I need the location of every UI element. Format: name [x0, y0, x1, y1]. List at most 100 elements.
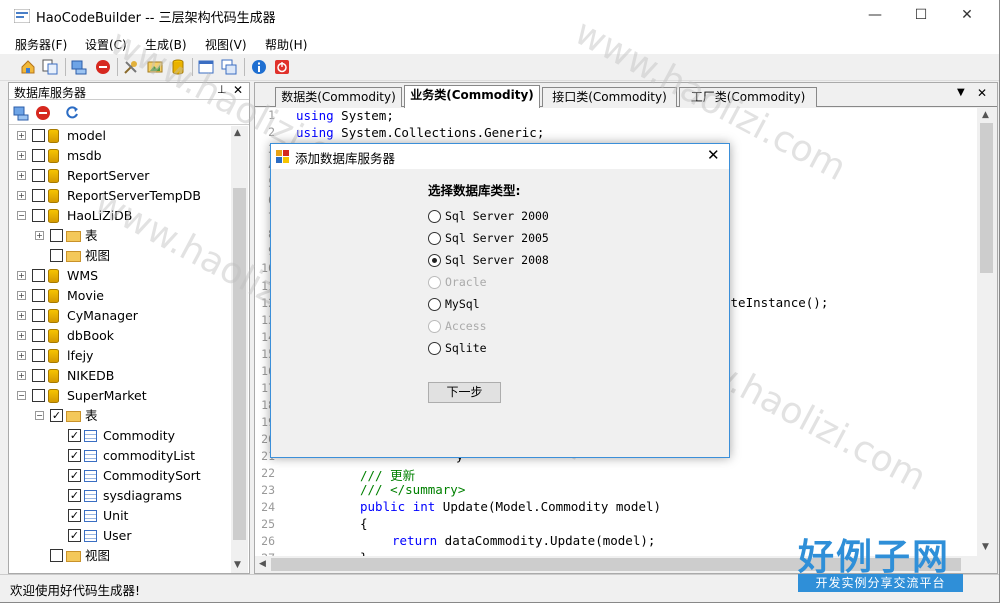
tab-data-class[interactable]: 数据类(Commodity) — [275, 87, 402, 107]
tree-node[interactable]: + lfejy — [9, 346, 231, 366]
tree-checkbox[interactable] — [32, 349, 45, 362]
tree-checkbox[interactable]: ✓ — [68, 449, 81, 462]
tree-checkbox[interactable] — [32, 129, 45, 142]
server-add-icon[interactable] — [13, 105, 29, 121]
tree-node[interactable]: 视图 — [9, 246, 231, 266]
tree-node[interactable]: + model — [9, 126, 231, 146]
tab-dropdown-icon[interactable]: ▼ — [957, 87, 965, 98]
radio-circle[interactable] — [428, 298, 441, 311]
expand-icon[interactable]: + — [17, 131, 26, 140]
expand-icon[interactable]: + — [17, 351, 26, 360]
delete-icon[interactable] — [35, 105, 51, 121]
tree-node[interactable]: − ✓ 表 — [9, 406, 231, 426]
scroll-down-icon[interactable]: ▼ — [982, 542, 989, 552]
tab-business-class[interactable]: 业务类(Commodity) — [404, 85, 540, 108]
tree-node[interactable]: + msdb — [9, 146, 231, 166]
collapse-icon[interactable]: − — [17, 211, 26, 220]
menu-generate[interactable]: 生成(B) — [145, 36, 187, 53]
tree-node[interactable]: ✓ User — [9, 526, 231, 546]
dialog-close-icon[interactable]: ✕ — [707, 146, 720, 164]
tree-node[interactable]: ✓ Commodity — [9, 426, 231, 446]
expand-icon[interactable]: + — [17, 331, 26, 340]
tree-checkbox[interactable] — [32, 289, 45, 302]
tab-factory-class[interactable]: 工厂类(Commodity) — [679, 87, 817, 107]
tree-scrollbar[interactable]: ▲ ▼ — [231, 126, 248, 573]
copy-icon[interactable] — [42, 59, 58, 75]
expand-icon[interactable]: + — [17, 171, 26, 180]
tree-checkbox[interactable] — [32, 389, 45, 402]
radio-circle[interactable] — [428, 254, 441, 267]
tree-node[interactable]: ✓ CommoditySort — [9, 466, 231, 486]
database-icon[interactable] — [170, 59, 186, 75]
tree-node[interactable]: 视图 — [9, 546, 231, 566]
menu-view[interactable]: 视图(V) — [205, 36, 247, 53]
expand-icon[interactable]: + — [17, 271, 26, 280]
tree-node[interactable]: − HaoLiZiDB — [9, 206, 231, 226]
tab-interface-class[interactable]: 接口类(Commodity) — [542, 87, 677, 107]
home-icon[interactable] — [20, 59, 36, 75]
tree-checkbox[interactable]: ✓ — [68, 529, 81, 542]
expand-icon[interactable]: + — [17, 191, 26, 200]
tree-scroll-thumb[interactable] — [233, 188, 246, 540]
exit-icon[interactable] — [274, 59, 290, 75]
tools-icon[interactable] — [123, 59, 139, 75]
close-button[interactable]: ✕ — [944, 0, 990, 32]
tree-checkbox[interactable]: ✓ — [50, 409, 63, 422]
expand-icon[interactable]: + — [17, 291, 26, 300]
tree-checkbox[interactable] — [32, 329, 45, 342]
tree-checkbox[interactable]: ✓ — [68, 489, 81, 502]
tree-checkbox[interactable]: ✓ — [68, 429, 81, 442]
tree-node[interactable]: + ReportServer — [9, 166, 231, 186]
tree-node[interactable]: − SuperMarket — [9, 386, 231, 406]
radio-circle[interactable] — [428, 342, 441, 355]
tree-checkbox[interactable] — [32, 209, 45, 222]
collapse-icon[interactable]: − — [17, 391, 26, 400]
maximize-button[interactable]: ☐ — [898, 0, 944, 32]
tree-node[interactable]: ✓ sysdiagrams — [9, 486, 231, 506]
tree-node[interactable]: ✓ commodityList — [9, 446, 231, 466]
tree-node[interactable]: + NIKEDB — [9, 366, 231, 386]
tree-checkbox[interactable] — [32, 269, 45, 282]
panel-close-icon[interactable]: ✕ — [233, 83, 243, 97]
tree-node[interactable]: ✓ Unit — [9, 506, 231, 526]
tree-node[interactable]: + CyManager — [9, 306, 231, 326]
minimize-button[interactable]: — — [852, 0, 898, 32]
tree-checkbox[interactable] — [50, 249, 63, 262]
radio-circle[interactable] — [428, 232, 441, 245]
editor-vscroll-thumb[interactable] — [980, 123, 993, 273]
image-icon[interactable] — [147, 59, 163, 75]
tree-node[interactable]: + 表 — [9, 226, 231, 246]
scroll-down-icon[interactable]: ▼ — [234, 560, 241, 570]
tree-checkbox[interactable]: ✓ — [68, 509, 81, 522]
dialog-title-bar[interactable]: 添加数据库服务器 ✕ — [271, 144, 729, 169]
tab-close-icon[interactable]: ✕ — [977, 86, 987, 100]
menu-server[interactable]: 服务器(F) — [15, 36, 67, 53]
tree-checkbox[interactable] — [50, 229, 63, 242]
menu-settings[interactable]: 设置(C) — [85, 36, 127, 53]
tree-node[interactable]: + Movie — [9, 286, 231, 306]
tree-node[interactable]: + dbBook — [9, 326, 231, 346]
expand-icon[interactable]: + — [17, 311, 26, 320]
tree-checkbox[interactable] — [32, 189, 45, 202]
tree-checkbox[interactable] — [32, 309, 45, 322]
tree-checkbox[interactable] — [32, 369, 45, 382]
refresh-icon[interactable] — [64, 105, 80, 121]
expand-icon[interactable]: + — [35, 231, 44, 240]
tree-checkbox[interactable] — [32, 169, 45, 182]
expand-icon[interactable]: + — [17, 151, 26, 160]
tree-checkbox[interactable] — [50, 549, 63, 562]
tree-node[interactable]: + ReportServerTempDB — [9, 186, 231, 206]
stop-icon[interactable] — [95, 59, 111, 75]
tree-node[interactable]: + WMS — [9, 266, 231, 286]
scroll-up-icon[interactable]: ▲ — [234, 128, 241, 138]
editor-vscrollbar[interactable]: ▲ ▼ — [977, 108, 996, 556]
pin-icon[interactable]: ⊥ — [217, 83, 227, 96]
scroll-up-icon[interactable]: ▲ — [982, 110, 989, 120]
window-icon[interactable] — [198, 59, 214, 75]
tree-checkbox[interactable] — [32, 149, 45, 162]
title-bar[interactable]: HaoCodeBuilder -- 三层架构代码生成器 — ☐ ✕ — [0, 0, 999, 32]
expand-icon[interactable]: + — [17, 371, 26, 380]
menu-help[interactable]: 帮助(H) — [265, 36, 307, 53]
server-add-icon[interactable] — [71, 59, 87, 75]
next-button[interactable]: 下一步 — [428, 382, 501, 403]
